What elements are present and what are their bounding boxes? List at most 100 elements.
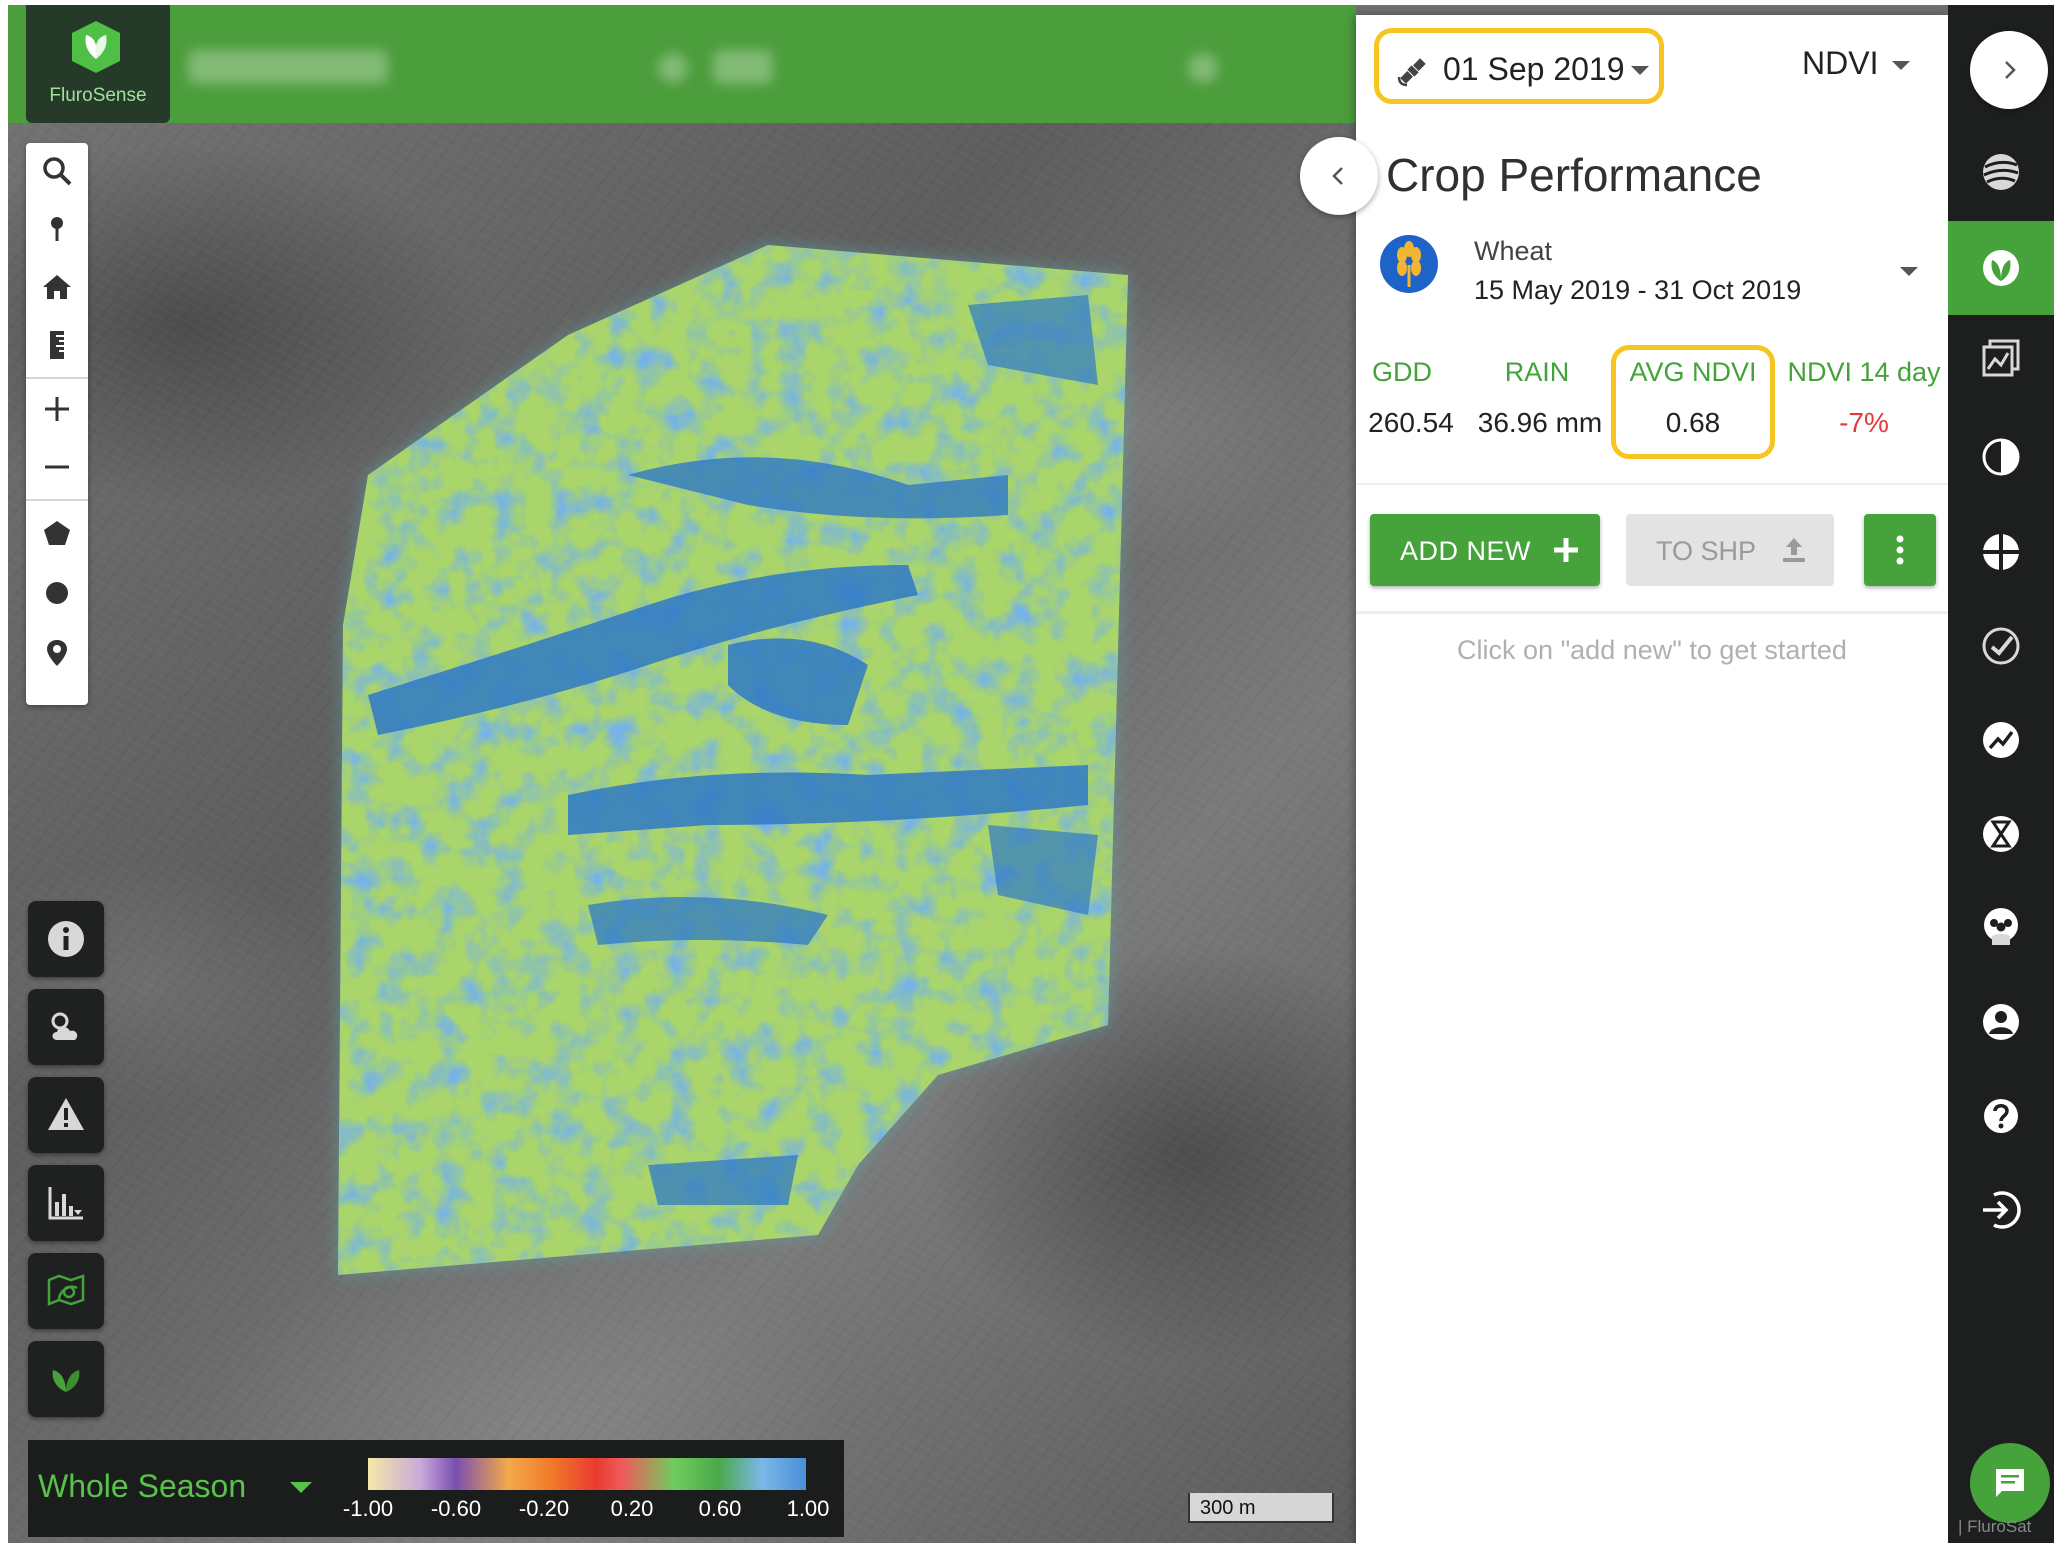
search-icon <box>43 157 72 186</box>
help-icon <box>1984 1099 2018 1133</box>
nav-team[interactable] <box>1948 881 2054 975</box>
trend-icon <box>1983 722 2019 758</box>
zoom-in-button[interactable] <box>26 381 88 437</box>
panel-title: Crop Performance <box>1386 149 1762 201</box>
ruler-tool[interactable] <box>26 317 88 373</box>
chevron-down-icon[interactable] <box>1892 61 1910 70</box>
crop-performance-panel: 01 Sep 2019 NDVI Crop Performance Wheat … <box>1300 15 1948 1543</box>
more-options-button[interactable] <box>1864 514 1936 586</box>
nav-crop-performance[interactable] <box>1948 221 2054 315</box>
more-vertical-icon <box>1896 535 1904 565</box>
chevron-down-icon[interactable] <box>290 1482 312 1493</box>
nav-crop-check[interactable] <box>1948 599 2054 693</box>
crop-icon <box>1983 250 2019 286</box>
date-selector[interactable]: 01 Sep 2019 <box>1374 28 1664 104</box>
nav-history[interactable] <box>1948 787 2054 881</box>
globe-icon <box>1983 154 2019 190</box>
app-frame: FluroSense Whole Season -1.00 -0.60 -0.2… <box>8 5 2054 1543</box>
hourglass-icon <box>1983 816 2019 852</box>
draw-circle-tool[interactable] <box>26 565 88 621</box>
toolbar-divider <box>26 377 88 379</box>
team-icon <box>1984 908 2018 945</box>
ndvi-14day-label: NDVI 14 day <box>1787 357 1941 387</box>
nav-trend[interactable] <box>1948 693 2054 787</box>
legend-tick: 1.00 <box>786 1496 830 1521</box>
ndvi-14day-value: -7% <box>1839 407 1889 438</box>
upload-icon <box>1783 538 1805 562</box>
polygon-icon <box>44 521 70 545</box>
crop-check-icon <box>1982 627 2020 665</box>
avg-ndvi-value: 0.68 <box>1665 407 1721 438</box>
nav-zones[interactable] <box>1948 505 2054 599</box>
add-new-button[interactable]: ADD NEW <box>1370 514 1600 586</box>
satellite-icon <box>1397 58 1426 87</box>
chart-icon <box>48 1187 83 1220</box>
collapse-panel-button[interactable] <box>1300 137 1378 215</box>
leaf-shield-icon <box>72 21 120 73</box>
analytics-button[interactable] <box>28 1165 104 1241</box>
info-button[interactable] <box>28 901 104 977</box>
circle-icon <box>46 582 68 604</box>
report-icon <box>1982 339 2020 377</box>
profile-icon <box>1983 1004 2019 1040</box>
nav-reports[interactable] <box>1948 315 2054 409</box>
ruler-icon <box>50 331 64 359</box>
crop-name: Wheat <box>1474 236 1553 266</box>
to-shp-label: TO SHP <box>1656 536 1757 566</box>
color-ramp <box>368 1458 806 1490</box>
logout-icon <box>1983 1191 2021 1229</box>
plus-icon <box>1554 538 1578 562</box>
compare-icon <box>1982 438 2020 476</box>
nav-profile[interactable] <box>1948 975 2054 1069</box>
pin-tool[interactable] <box>26 201 88 257</box>
divider <box>1356 611 1948 614</box>
brand-logo[interactable]: FluroSense <box>26 5 170 123</box>
weather-icon <box>51 1012 78 1040</box>
legend-tick: 0.60 <box>698 1496 742 1521</box>
right-navigation: | FluroSat <box>1948 5 2054 1543</box>
chat-button[interactable] <box>1970 1443 2050 1523</box>
zoom-in-icon <box>45 397 69 421</box>
wheat-glyph <box>1397 241 1421 287</box>
expand-panel-button[interactable] <box>1970 31 2048 109</box>
legend-tick: 0.20 <box>610 1496 654 1521</box>
scale-bar: 300 m <box>1188 1493 1334 1523</box>
alerts-button[interactable] <box>28 1077 104 1153</box>
search-tool[interactable] <box>26 143 88 199</box>
field-map-icon <box>47 1274 85 1306</box>
wheat-icon <box>1380 235 1438 293</box>
nav-globe[interactable] <box>1948 125 2054 219</box>
export-shp-button[interactable]: TO SHP <box>1626 514 1834 586</box>
blurred-status <box>658 53 688 83</box>
ndvi-field-overlay <box>338 245 1128 1275</box>
alert-icon <box>48 1098 84 1130</box>
pin-icon <box>51 217 63 241</box>
nav-logout[interactable] <box>1948 1163 2054 1257</box>
blurred-farm-name <box>188 50 388 84</box>
marker-tool[interactable] <box>26 625 88 681</box>
draw-polygon-tool[interactable] <box>26 505 88 561</box>
home-tool[interactable] <box>26 259 88 315</box>
season-dates: 15 May 2019 - 31 Oct 2019 <box>1474 275 1802 305</box>
index-selector[interactable]: NDVI <box>1802 45 1878 82</box>
home-icon <box>43 275 71 299</box>
nav-compare[interactable] <box>1948 410 2054 504</box>
legend-tick: -0.60 <box>430 1496 482 1521</box>
toolbar-divider <box>26 499 88 501</box>
add-new-label: ADD NEW <box>1400 536 1531 566</box>
nav-help[interactable] <box>1948 1069 2054 1163</box>
map-canvas[interactable] <box>8 5 1356 1543</box>
weather-button[interactable] <box>28 989 104 1065</box>
crop-leaf-button[interactable] <box>28 1341 104 1417</box>
zones-icon <box>1983 534 2019 570</box>
ndvi-legend: Whole Season -1.00 -0.60 -0.20 0.20 0.60… <box>28 1440 844 1537</box>
legend-tick: -0.20 <box>518 1496 570 1521</box>
zoom-out-button[interactable] <box>26 439 88 495</box>
map-toolbar <box>26 143 88 705</box>
blurred-action <box>1188 53 1218 83</box>
selected-date: 01 Sep 2019 <box>1443 51 1625 87</box>
season-selector[interactable]: Whole Season <box>38 1468 246 1505</box>
info-icon <box>48 921 84 957</box>
field-map-button[interactable] <box>28 1253 104 1329</box>
chevron-down-icon[interactable] <box>1900 267 1918 276</box>
